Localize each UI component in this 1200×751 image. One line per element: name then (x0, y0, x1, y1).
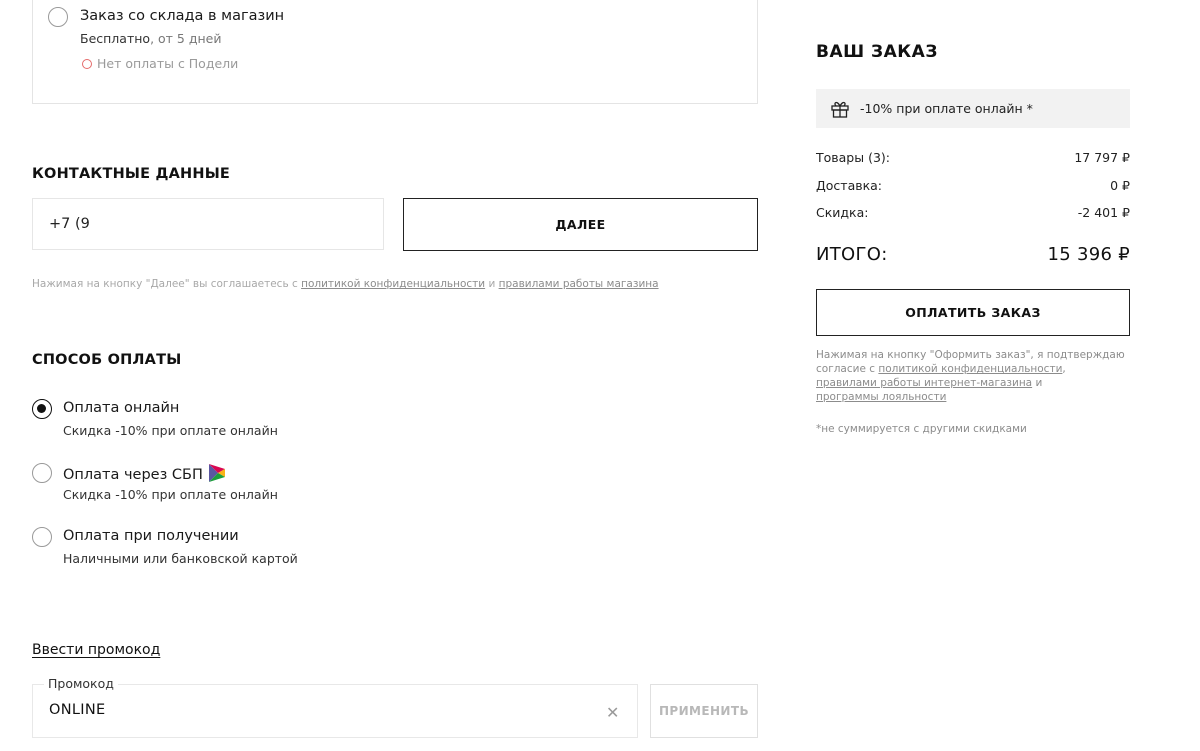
payment-title: СПОСОБ ОПЛАТЫ (32, 352, 182, 368)
no-installment-text: Нет оплаты с Подели (97, 56, 239, 71)
enter-promo-link[interactable]: Ввести промокод (32, 642, 160, 658)
total-value: 15 396 ₽ (1047, 244, 1130, 265)
summary-discount-row: Скидка: -2 401 ₽ (816, 205, 1130, 220)
delivery-option-price: Бесплатно, от 5 дней (80, 31, 221, 46)
delivery-option-title: Заказ со склада в магазин (80, 8, 285, 24)
summary-delivery-row: Доставка: 0 ₽ (816, 178, 1130, 193)
delivery-radio[interactable] (48, 7, 68, 27)
summary-items-row: Товары (3): 17 797 ₽ (816, 150, 1130, 165)
payment-option-online-title: Оплата онлайн (63, 400, 180, 416)
order-title: ВАШ ЗАКАЗ (816, 42, 938, 62)
legal-prefix: Нажимая на кнопку "Далее" вы соглашаетес… (32, 278, 302, 290)
online-discount-banner: -10% при оплате онлайн * (816, 89, 1130, 128)
circle-icon (82, 59, 92, 69)
order-legal-comma: , (1062, 363, 1066, 375)
apply-promo-button[interactable]: ПРИМЕНИТЬ (650, 684, 758, 738)
pay-order-button[interactable]: ОПЛАТИТЬ ЗАКАЗ (816, 289, 1130, 336)
payment-option-sbp-label: Оплата через СБП (63, 467, 203, 483)
payment-option-cod-sub: Наличными или банковской картой (63, 551, 298, 566)
delivery-label: Доставка: (816, 178, 883, 193)
payment-radio-online[interactable] (32, 399, 52, 419)
delivery-value: 0 ₽ (1110, 178, 1130, 193)
order-rules-link[interactable]: правилами работы интернет-магазина (816, 377, 1032, 389)
order-privacy-link[interactable]: политикой конфиденциальности (878, 363, 1062, 375)
sbp-logo-icon (208, 464, 225, 482)
delivery-eta: , от 5 дней (150, 31, 222, 46)
phone-input[interactable]: +7 (9 (32, 198, 384, 250)
payment-option-online-sub: Скидка -10% при оплате онлайн (63, 423, 278, 438)
payment-radio-sbp[interactable] (32, 463, 52, 483)
payment-radio-cod[interactable] (32, 527, 52, 547)
contacts-legal-text: Нажимая на кнопку "Далее" вы соглашаетес… (32, 278, 659, 290)
total-label: ИТОГО: (816, 244, 888, 265)
legal-and: и (485, 278, 499, 290)
close-icon[interactable]: ✕ (606, 703, 619, 722)
payment-option-sbp-title: Оплата через СБП (63, 464, 225, 483)
order-legal-and: и (1032, 377, 1043, 389)
discount-label: Скидка: (816, 205, 869, 220)
no-installment-note: Нет оплаты с Подели (82, 56, 238, 71)
contacts-title: КОНТАКТНЫЕ ДАННЫЕ (32, 166, 231, 182)
gift-icon (831, 101, 849, 118)
promo-value[interactable]: ONLINE (49, 702, 105, 718)
delivery-price: Бесплатно (80, 31, 151, 46)
payment-option-cod-title: Оплата при получении (63, 528, 239, 544)
summary-total-row: ИТОГО: 15 396 ₽ (816, 244, 1130, 265)
promo-field-label: Промокод (44, 676, 118, 691)
discount-footnote: *не суммируется с другими скидками (816, 423, 1027, 435)
items-label: Товары (3): (816, 150, 891, 165)
privacy-policy-link[interactable]: политикой конфиденциальности (301, 278, 485, 290)
promo-input[interactable] (32, 684, 638, 738)
next-button[interactable]: ДАЛЕЕ (403, 198, 758, 251)
store-rules-link[interactable]: правилами работы магазина (499, 278, 659, 290)
online-discount-text: -10% при оплате онлайн * (860, 101, 1033, 116)
order-legal-text: Нажимая на кнопку "Оформить заказ", я по… (816, 348, 1136, 404)
items-value: 17 797 ₽ (1074, 150, 1130, 165)
loyalty-program-link[interactable]: программы лояльности (816, 391, 946, 403)
discount-value: -2 401 ₽ (1077, 205, 1130, 220)
payment-option-sbp-sub: Скидка -10% при оплате онлайн (63, 487, 278, 502)
